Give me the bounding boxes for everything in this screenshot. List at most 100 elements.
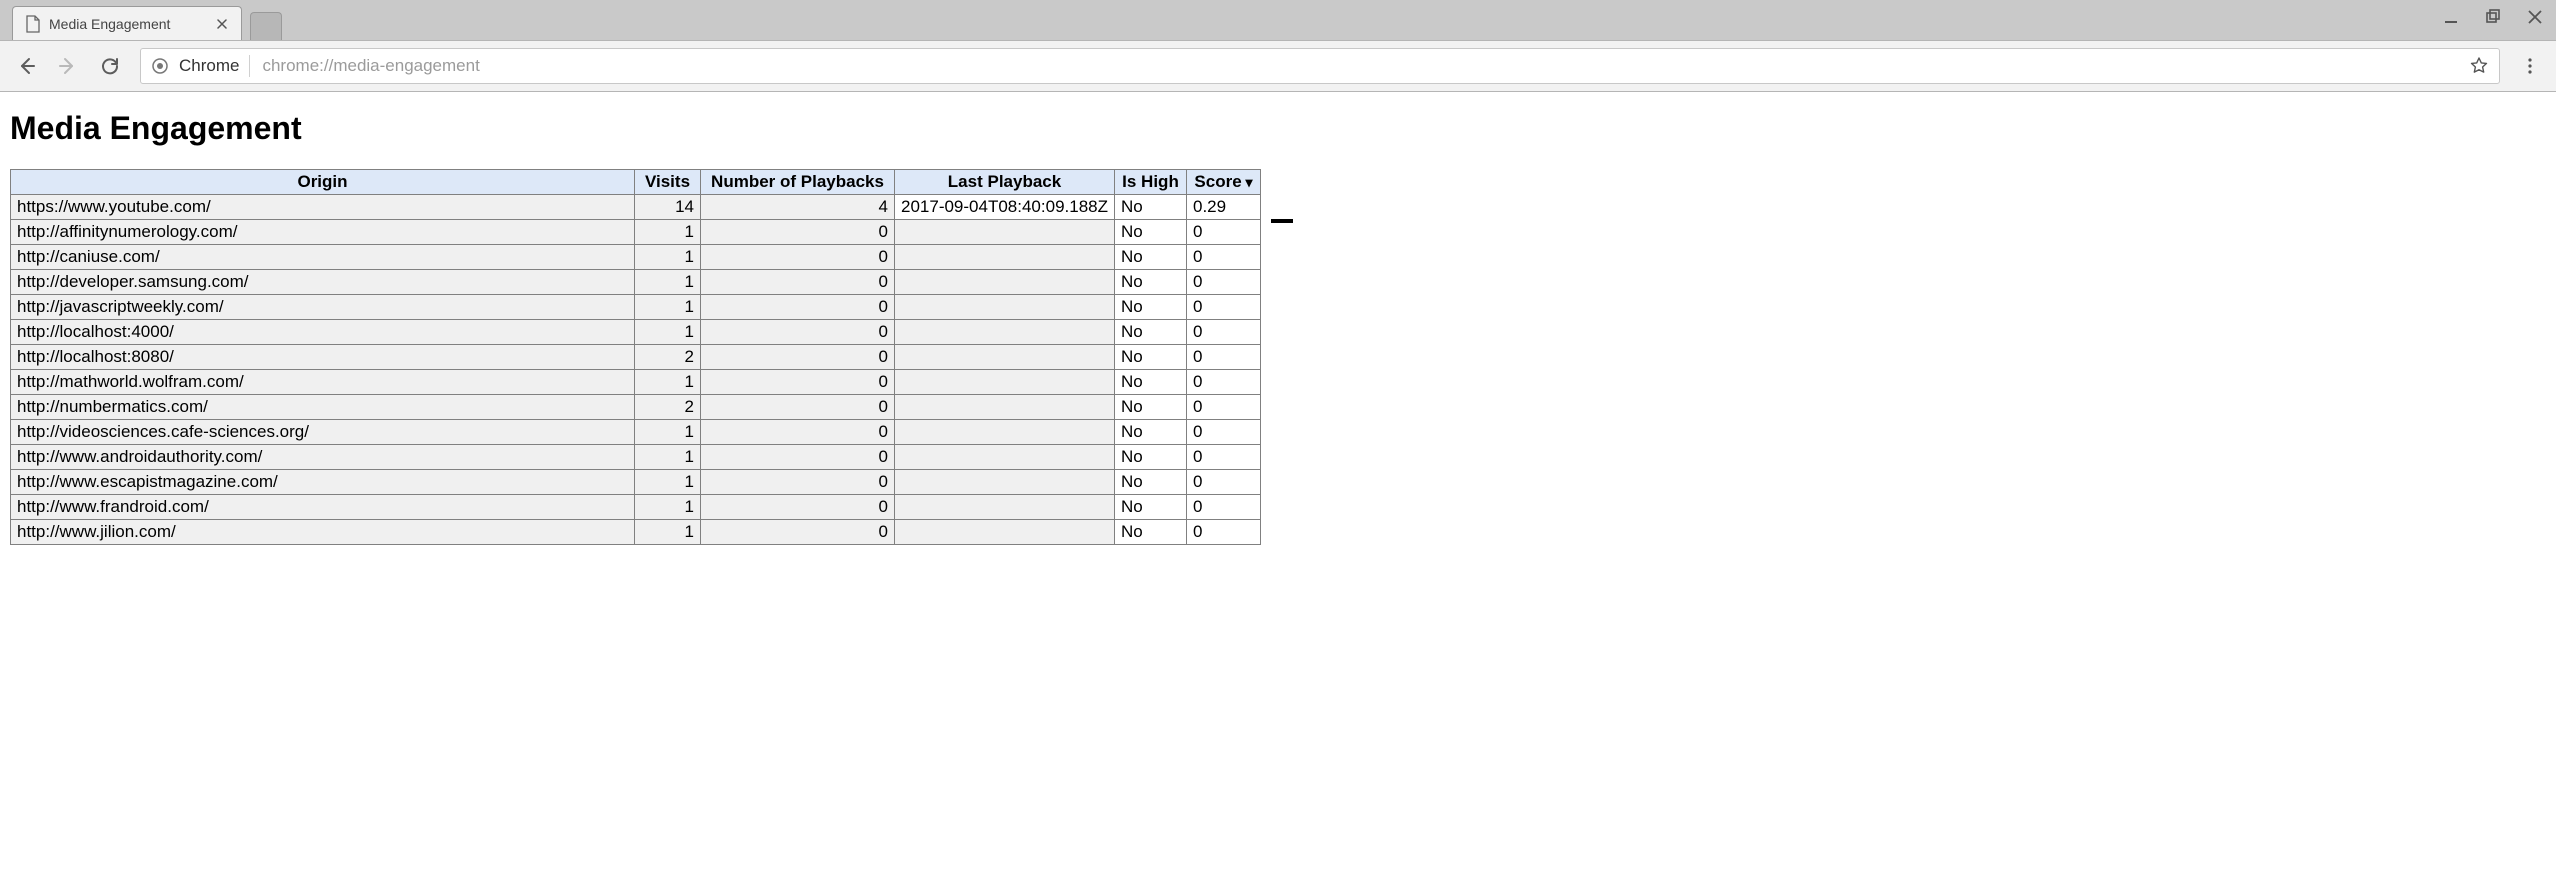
cell-high: No xyxy=(1115,445,1187,470)
minimize-icon[interactable] xyxy=(2438,4,2464,30)
cell-origin: http://mathworld.wolfram.com/ xyxy=(11,370,635,395)
cell-playbacks: 0 xyxy=(701,520,895,545)
cell-visits: 1 xyxy=(635,320,701,345)
cell-visits: 1 xyxy=(635,520,701,545)
table-row: http://videosciences.cafe-sciences.org/1… xyxy=(11,420,1261,445)
table-row: http://affinitynumerology.com/10No0 xyxy=(11,220,1261,245)
cell-playbacks: 0 xyxy=(701,295,895,320)
omnibox-separator xyxy=(249,55,250,77)
cell-last: 2017-09-04T08:40:09.188Z xyxy=(895,195,1115,220)
cell-last xyxy=(895,445,1115,470)
cell-playbacks: 0 xyxy=(701,445,895,470)
cell-origin: http://www.escapistmagazine.com/ xyxy=(11,470,635,495)
omnibox[interactable]: Chrome chrome://media-engagement xyxy=(140,48,2500,84)
cell-high: No xyxy=(1115,195,1187,220)
toolbar: Chrome chrome://media-engagement xyxy=(0,40,2556,92)
table-row: http://javascriptweekly.com/10No0 xyxy=(11,295,1261,320)
table-row: http://www.frandroid.com/10No0 xyxy=(11,495,1261,520)
cell-playbacks: 0 xyxy=(701,495,895,520)
cell-origin: http://caniuse.com/ xyxy=(11,245,635,270)
cell-playbacks: 0 xyxy=(701,270,895,295)
table-row: http://www.androidauthority.com/10No0 xyxy=(11,445,1261,470)
cell-last xyxy=(895,520,1115,545)
col-last[interactable]: Last Playback xyxy=(895,170,1115,195)
cell-playbacks: 0 xyxy=(701,320,895,345)
page-body: Media Engagement Origin Visits Number of… xyxy=(0,92,2556,563)
cell-playbacks: 0 xyxy=(701,220,895,245)
cell-high: No xyxy=(1115,345,1187,370)
table-row: http://numbermatics.com/20No0 xyxy=(11,395,1261,420)
new-tab-button[interactable] xyxy=(250,12,282,40)
kebab-menu-icon[interactable] xyxy=(2518,54,2542,78)
page-title: Media Engagement xyxy=(10,110,2546,147)
cell-visits: 1 xyxy=(635,495,701,520)
cell-origin: http://javascriptweekly.com/ xyxy=(11,295,635,320)
cell-last xyxy=(895,370,1115,395)
cell-playbacks: 0 xyxy=(701,370,895,395)
table-row: http://www.jilion.com/10No0 xyxy=(11,520,1261,545)
table-header-row: Origin Visits Number of Playbacks Last P… xyxy=(11,170,1261,195)
cell-visits: 2 xyxy=(635,345,701,370)
cell-score: 0 xyxy=(1187,495,1261,520)
cell-last xyxy=(895,220,1115,245)
col-high[interactable]: Is High xyxy=(1115,170,1187,195)
tab-title: Media Engagement xyxy=(49,16,207,32)
close-window-icon[interactable] xyxy=(2522,4,2548,30)
forward-button[interactable] xyxy=(56,54,80,78)
tab-close-button[interactable] xyxy=(215,17,229,31)
cell-last xyxy=(895,420,1115,445)
cell-origin: http://www.frandroid.com/ xyxy=(11,495,635,520)
col-playbacks[interactable]: Number of Playbacks xyxy=(701,170,895,195)
url-scheme-label: Chrome xyxy=(179,56,239,76)
col-score[interactable]: Score xyxy=(1187,170,1261,195)
col-visits[interactable]: Visits xyxy=(635,170,701,195)
cell-origin: http://developer.samsung.com/ xyxy=(11,270,635,295)
col-origin[interactable]: Origin xyxy=(11,170,635,195)
cell-playbacks: 0 xyxy=(701,245,895,270)
cell-visits: 14 xyxy=(635,195,701,220)
cell-score: 0 xyxy=(1187,295,1261,320)
cell-high: No xyxy=(1115,295,1187,320)
cell-origin: http://localhost:4000/ xyxy=(11,320,635,345)
chrome-logo-icon xyxy=(151,57,169,75)
cell-last xyxy=(895,345,1115,370)
cell-origin: https://www.youtube.com/ xyxy=(11,195,635,220)
cell-visits: 1 xyxy=(635,470,701,495)
decorative-dash xyxy=(1271,219,1293,223)
tab-strip: Media Engagement xyxy=(0,0,2556,40)
cell-high: No xyxy=(1115,370,1187,395)
cell-score: 0 xyxy=(1187,445,1261,470)
cell-score: 0 xyxy=(1187,420,1261,445)
browser-tab-active[interactable]: Media Engagement xyxy=(12,6,242,40)
cell-high: No xyxy=(1115,495,1187,520)
reload-button[interactable] xyxy=(98,54,122,78)
cell-high: No xyxy=(1115,320,1187,345)
table-row: http://developer.samsung.com/10No0 xyxy=(11,270,1261,295)
cell-last xyxy=(895,495,1115,520)
cell-last xyxy=(895,295,1115,320)
cell-score: 0 xyxy=(1187,370,1261,395)
cell-playbacks: 4 xyxy=(701,195,895,220)
cell-origin: http://numbermatics.com/ xyxy=(11,395,635,420)
cell-visits: 1 xyxy=(635,295,701,320)
cell-score: 0 xyxy=(1187,470,1261,495)
cell-visits: 1 xyxy=(635,370,701,395)
bookmark-star-icon[interactable] xyxy=(2469,56,2489,76)
cell-origin: http://localhost:8080/ xyxy=(11,345,635,370)
cell-score: 0.29 xyxy=(1187,195,1261,220)
table-row: http://caniuse.com/10No0 xyxy=(11,245,1261,270)
engagement-table: Origin Visits Number of Playbacks Last P… xyxy=(10,169,1261,545)
cell-playbacks: 0 xyxy=(701,420,895,445)
cell-high: No xyxy=(1115,470,1187,495)
cell-visits: 2 xyxy=(635,395,701,420)
cell-high: No xyxy=(1115,420,1187,445)
cell-last xyxy=(895,245,1115,270)
back-button[interactable] xyxy=(14,54,38,78)
cell-last xyxy=(895,395,1115,420)
cell-visits: 1 xyxy=(635,245,701,270)
maximize-icon[interactable] xyxy=(2480,4,2506,30)
table-row: http://localhost:8080/20No0 xyxy=(11,345,1261,370)
cell-origin: http://affinitynumerology.com/ xyxy=(11,220,635,245)
cell-score: 0 xyxy=(1187,395,1261,420)
cell-score: 0 xyxy=(1187,345,1261,370)
